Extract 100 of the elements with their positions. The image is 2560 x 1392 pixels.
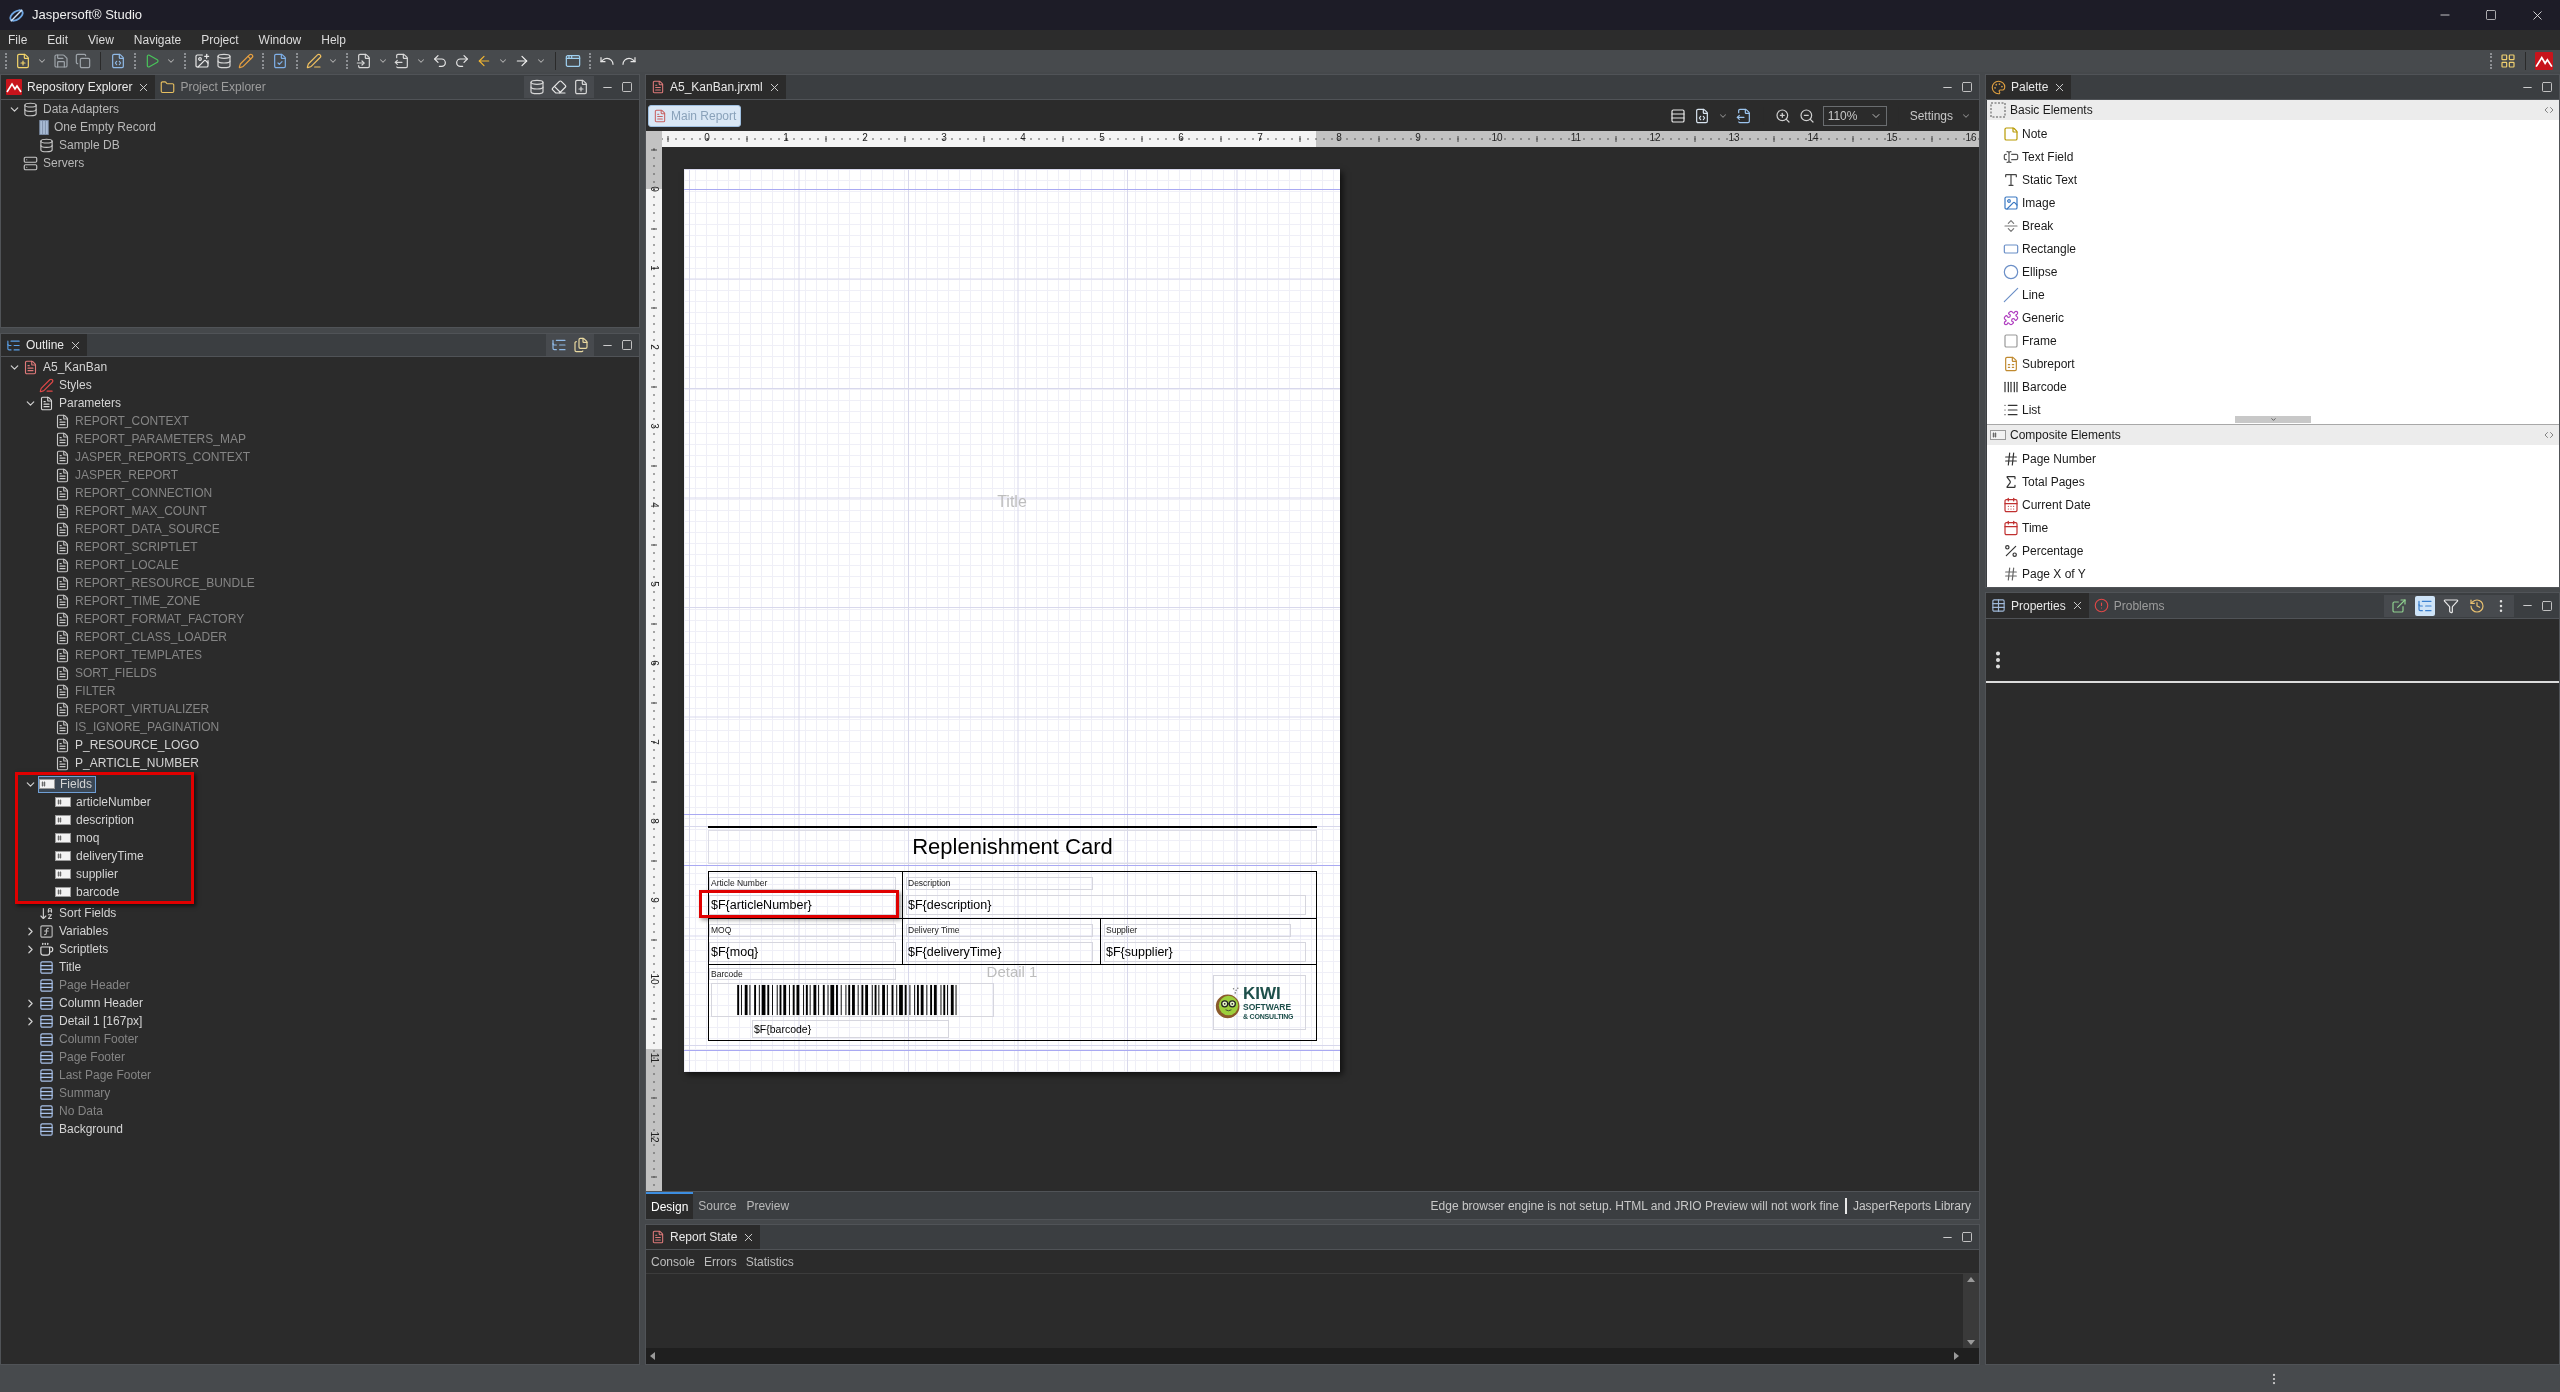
- tree-item[interactable]: REPORT_TIME_ZONE: [54, 592, 205, 610]
- tree-item[interactable]: articleNumber: [54, 793, 155, 811]
- menu-item[interactable]: Help: [321, 31, 346, 49]
- tree-item[interactable]: Column Header: [38, 994, 148, 1012]
- left-right-chevrons-icon[interactable]: [2543, 429, 2555, 441]
- palette-item[interactable]: List: [2003, 398, 2041, 421]
- menu-item[interactable]: File: [8, 31, 28, 49]
- window-icon[interactable]: [565, 53, 581, 69]
- new-file-icon[interactable]: [15, 53, 31, 69]
- palette-item[interactable]: Rectangle: [2003, 237, 2077, 260]
- palette-item[interactable]: Page X of Y: [2003, 562, 2086, 585]
- tree-item[interactable]: REPORT_RESOURCE_BUNDLE: [54, 574, 259, 592]
- tree-item[interactable]: Servers: [22, 154, 89, 172]
- palette-item[interactable]: Static Text: [2003, 168, 2078, 191]
- left-right-chevrons-icon[interactable]: [2543, 104, 2555, 116]
- tree-item[interactable]: JASPER_REPORT: [54, 466, 183, 484]
- tree-item[interactable]: moq: [54, 829, 104, 847]
- palette-item[interactable]: Current Date: [2003, 493, 2091, 516]
- mode-tab[interactable]: Preview: [741, 1192, 795, 1219]
- scroll-down-icon[interactable]: [1967, 1340, 1975, 1345]
- palette-item[interactable]: Page Number: [2003, 447, 2097, 470]
- dropdown-caret-icon[interactable]: [37, 56, 47, 66]
- tree-item[interactable]: Last Page Footer: [38, 1066, 156, 1084]
- tree-item[interactable]: FILTER: [54, 682, 120, 700]
- zoom-field[interactable]: 110%: [1822, 105, 1887, 126]
- documents-icon[interactable]: [573, 337, 589, 353]
- arrow-left-icon[interactable]: [476, 53, 492, 69]
- tree-item[interactable]: Sample DB: [38, 136, 124, 154]
- maximize-icon[interactable]: [1961, 81, 1973, 93]
- tree-item[interactable]: description: [54, 811, 139, 829]
- tree-item[interactable]: Title: [38, 958, 86, 976]
- palette-item[interactable]: Break: [2003, 214, 2054, 237]
- palette-item[interactable]: Text Field: [2003, 145, 2074, 168]
- sub-tab[interactable]: Statistics: [745, 1252, 794, 1271]
- eraser-icon[interactable]: [551, 79, 567, 95]
- maximize-icon[interactable]: [2541, 599, 2553, 612]
- tree-item[interactable]: REPORT_SCRIPTLET: [54, 538, 202, 556]
- sub-tab[interactable]: Errors: [704, 1252, 737, 1271]
- tree-item[interactable]: REPORT_MAX_COUNT: [54, 502, 211, 520]
- run-icon[interactable]: [144, 53, 160, 69]
- tree-item[interactable]: REPORT_LOCALE: [54, 556, 183, 574]
- zoom-in-icon[interactable]: [1774, 107, 1791, 124]
- pen-icon[interactable]: [306, 53, 322, 69]
- tree-item[interactable]: A5_KanBan: [22, 358, 112, 376]
- pencil-icon[interactable]: [238, 53, 254, 69]
- tree-item[interactable]: REPORT_CONNECTION: [54, 484, 217, 502]
- palette-item[interactable]: Subreport: [2003, 352, 2075, 375]
- tree-item[interactable]: REPORT_PARAMETERS_MAP: [54, 430, 250, 448]
- palette-item[interactable]: Percentage: [2003, 539, 2084, 562]
- panel-tab[interactable]: Project Explorer: [155, 75, 271, 99]
- tree-item[interactable]: Data Adapters: [22, 100, 124, 118]
- tree-item[interactable]: Sort Fields: [38, 904, 121, 922]
- menu-item[interactable]: View: [88, 31, 114, 49]
- new-file-icon[interactable]: [573, 79, 589, 95]
- palette-item[interactable]: Ellipse: [2003, 260, 2058, 283]
- mode-tab[interactable]: Source: [693, 1192, 742, 1219]
- panel-tab[interactable]: A5_KanBan.jrxml: [646, 75, 786, 99]
- panel-tab[interactable]: Palette: [1986, 75, 2072, 99]
- tree-item[interactable]: Page Header: [38, 976, 134, 994]
- palette-item[interactable]: Line: [2003, 283, 2045, 306]
- tree-item[interactable]: REPORT_FORMAT_FACTORY: [54, 610, 249, 628]
- document-check-icon[interactable]: [272, 53, 288, 69]
- palette-section-header[interactable]: Composite Elements: [1987, 425, 2559, 445]
- tree-item[interactable]: Scriptlets: [38, 940, 113, 958]
- panel-tab[interactable]: Repository Explorer: [1, 75, 156, 99]
- palette-item[interactable]: Frame: [2003, 329, 2057, 352]
- tree-item[interactable]: REPORT_CONTEXT: [54, 412, 193, 430]
- horizontal-scrollbar[interactable]: [646, 1348, 1979, 1364]
- tree-item[interactable]: Variables: [38, 922, 113, 940]
- tree-item[interactable]: Fields: [38, 775, 96, 793]
- code-file-icon[interactable]: [1693, 107, 1710, 124]
- panel-tab[interactable]: Properties: [1986, 593, 2089, 618]
- tree-item[interactable]: P_ARTICLE_NUMBER: [54, 754, 203, 772]
- panel-tab[interactable]: Problems: [2088, 593, 2170, 618]
- maximize-icon[interactable]: [621, 81, 633, 93]
- curved-arrow-left-icon[interactable]: [432, 53, 448, 69]
- palette-item[interactable]: Image: [2003, 191, 2056, 214]
- tree-item[interactable]: Parameters: [38, 394, 126, 412]
- dropdown-caret-icon[interactable]: [498, 56, 508, 66]
- menu-item[interactable]: Window: [258, 31, 302, 49]
- add-image-icon[interactable]: [194, 53, 210, 69]
- maximize-icon[interactable]: [2485, 9, 2497, 21]
- tree-item[interactable]: Background: [38, 1120, 128, 1138]
- copy-icon[interactable]: [75, 53, 91, 69]
- tree-item[interactable]: One Empty Record: [38, 118, 161, 136]
- menu-item[interactable]: Project: [201, 31, 239, 49]
- dropdown-caret-icon[interactable]: [378, 56, 388, 66]
- rows-icon[interactable]: [1669, 107, 1686, 124]
- scroll-up-icon[interactable]: [1967, 1277, 1975, 1282]
- zoom-out-icon[interactable]: [1798, 107, 1815, 124]
- tree-view-icon[interactable]: [551, 337, 567, 353]
- tree-item[interactable]: REPORT_TEMPLATES: [54, 646, 206, 664]
- export-icon[interactable]: [1735, 107, 1752, 124]
- tree-item[interactable]: Detail 1 [167px]: [38, 1012, 147, 1030]
- tree-item[interactable]: REPORT_VIRTUALIZER: [54, 700, 214, 718]
- tree-item[interactable]: Summary: [38, 1084, 115, 1102]
- dropdown-caret-icon[interactable]: [328, 56, 338, 66]
- tree-item[interactable]: deliveryTime: [54, 847, 148, 865]
- dropdown-caret-icon[interactable]: [416, 56, 426, 66]
- dropdown-caret-icon[interactable]: [166, 56, 176, 66]
